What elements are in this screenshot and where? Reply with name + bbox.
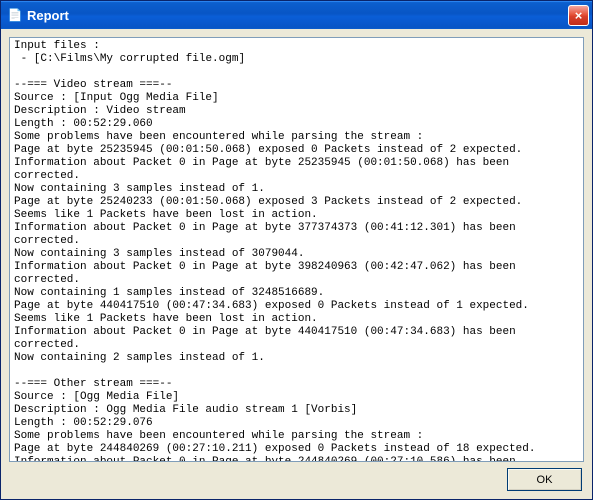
button-row: OK [9,468,584,491]
content-area: Input files : - [C:\Films\My corrupted f… [1,29,592,499]
ok-button[interactable]: OK [507,468,582,491]
titlebar[interactable]: 📄 Report × [1,1,592,29]
report-textarea[interactable]: Input files : - [C:\Films\My corrupted f… [9,37,584,462]
window-icon: 📄 [7,7,23,23]
report-window: 📄 Report × Input files : - [C:\Films\My … [0,0,593,500]
window-title: Report [27,8,568,23]
close-button[interactable]: × [568,5,589,26]
